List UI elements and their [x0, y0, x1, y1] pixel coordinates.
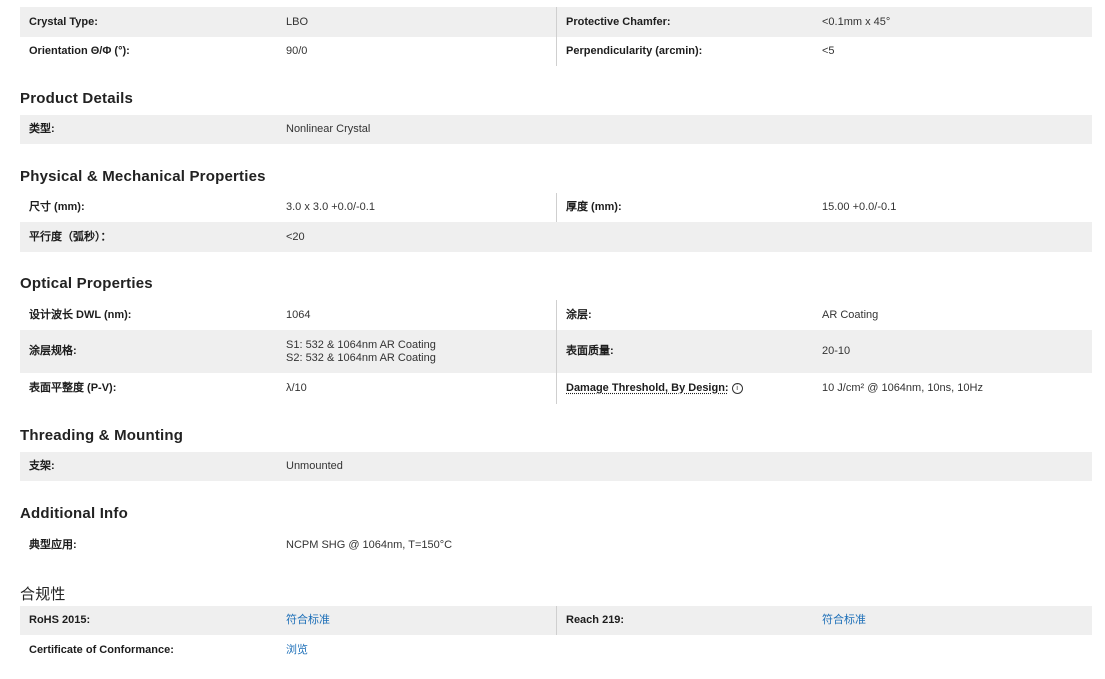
section-title-compliance: 合规性	[20, 586, 66, 603]
table-row: 涂层规格: S1: 532 & 1064nm AR Coating S2: 53…	[20, 330, 1092, 373]
spec-value: <20	[286, 230, 305, 243]
spec-value: NCPM SHG @ 1064nm, T=150°C	[286, 538, 453, 551]
coating-spec-line: S1: 532 & 1064nm AR Coating	[286, 338, 436, 351]
spec-label: 表面平整度 (P-V):	[29, 382, 117, 394]
table-row: 典型应用: NCPM SHG @ 1064nm, T=150°C	[20, 530, 1092, 560]
damage-threshold-tooltip-trigger[interactable]: Damage Threshold, By Design: i	[557, 373, 822, 404]
rohs-compliance-link[interactable]: 符合标准	[286, 606, 557, 635]
spec-value: AR Coating	[822, 308, 879, 321]
spec-label: 类型:	[29, 123, 55, 135]
section-title-product-details: Product Details	[20, 90, 134, 107]
spec-label: 涂层:	[566, 308, 592, 321]
optical-properties-table: 设计波长 DWL (nm): 1064 涂层: AR Coating 涂层规格:…	[20, 300, 1092, 404]
spec-label: 支架:	[29, 460, 55, 472]
spec-page: Crystal Type: LBO Protective Chamfer: <0…	[0, 0, 1105, 679]
reach-compliance-link[interactable]: 符合标准	[822, 606, 1092, 635]
compliance-table: RoHS 2015: 符合标准 Reach 219: 符合标准 Certific…	[20, 606, 1092, 665]
spec-label: 尺寸 (mm):	[29, 201, 85, 213]
spec-label: Orientation Θ/Φ (°):	[29, 45, 130, 57]
physical-properties-table: 尺寸 (mm): 3.0 x 3.0 +0.0/-0.1 厚度 (mm): 15…	[20, 193, 1092, 252]
additional-info-table: 典型应用: NCPM SHG @ 1064nm, T=150°C	[20, 530, 1092, 560]
spec-label: 表面质量:	[566, 345, 614, 357]
spec-value: 15.00 +0.0/-0.1	[822, 201, 897, 213]
spec-label: 典型应用:	[29, 538, 77, 551]
spec-value: 90/0	[286, 37, 557, 66]
section-title-additional-info: Additional Info	[20, 505, 128, 522]
spec-label: 涂层规格:	[29, 345, 77, 357]
spec-value: <0.1mm x 45°	[822, 15, 891, 28]
table-row: 表面平整度 (P-V): λ/10 Damage Threshold, By D…	[20, 373, 1092, 404]
section-title-threading: Threading & Mounting	[20, 427, 184, 444]
spec-label: Perpendicularity (arcmin):	[566, 45, 703, 57]
spec-label: Certificate of Conformance:	[29, 643, 174, 656]
table-row: 平行度（弧秒）： <20	[20, 222, 1092, 252]
spec-label: Damage Threshold, By Design:	[566, 382, 729, 394]
spec-value: LBO	[286, 7, 557, 37]
spec-value: Unmounted	[286, 460, 343, 472]
product-details-table: 类型: Nonlinear Crystal	[20, 115, 1092, 144]
table-row: 支架: Unmounted	[20, 452, 1092, 481]
spec-value: Nonlinear Crystal	[286, 123, 371, 135]
spec-label: 设计波长 DWL (nm):	[29, 308, 132, 321]
table-row: Crystal Type: LBO Protective Chamfer: <0…	[20, 7, 1092, 37]
threading-table: 支架: Unmounted	[20, 452, 1092, 481]
general-specs-table: Crystal Type: LBO Protective Chamfer: <0…	[20, 7, 1092, 66]
coating-spec-line: S2: 532 & 1064nm AR Coating	[286, 351, 436, 364]
section-title-optical: Optical Properties	[20, 275, 153, 292]
table-row: Orientation Θ/Φ (°): 90/0 Perpendiculari…	[20, 37, 1092, 66]
spec-value: 1064	[286, 300, 557, 330]
link-text[interactable]: 符合标准	[822, 614, 866, 627]
info-icon[interactable]: i	[731, 383, 743, 394]
spec-label: RoHS 2015:	[29, 614, 91, 626]
spec-value: 3.0 x 3.0 +0.0/-0.1	[286, 193, 557, 222]
spec-value: 10 J/cm² @ 1064nm, 10ns, 10Hz	[822, 382, 983, 394]
link-text[interactable]: 符合标准	[286, 614, 330, 627]
certificate-view-link[interactable]: 浏览	[286, 635, 1092, 665]
table-row: Certificate of Conformance: 浏览	[20, 635, 1092, 665]
table-row: RoHS 2015: 符合标准 Reach 219: 符合标准	[20, 606, 1092, 635]
section-title-physical: Physical & Mechanical Properties	[20, 168, 266, 185]
spec-value: <5	[822, 45, 835, 57]
spec-label: 厚度 (mm):	[566, 201, 622, 213]
table-row: 类型: Nonlinear Crystal	[20, 115, 1092, 144]
spec-value: 20-10	[822, 345, 851, 357]
spec-label: Reach 219:	[566, 614, 625, 626]
spec-value: λ/10	[286, 373, 557, 404]
spec-label: Protective Chamfer:	[566, 15, 671, 28]
table-row: 尺寸 (mm): 3.0 x 3.0 +0.0/-0.1 厚度 (mm): 15…	[20, 193, 1092, 222]
spec-value: S1: 532 & 1064nm AR Coating S2: 532 & 10…	[286, 330, 557, 373]
link-text[interactable]: 浏览	[286, 644, 308, 657]
spec-label: Crystal Type:	[29, 15, 98, 28]
table-row: 设计波长 DWL (nm): 1064 涂层: AR Coating	[20, 300, 1092, 330]
spec-label: 平行度（弧秒）：	[29, 230, 112, 243]
